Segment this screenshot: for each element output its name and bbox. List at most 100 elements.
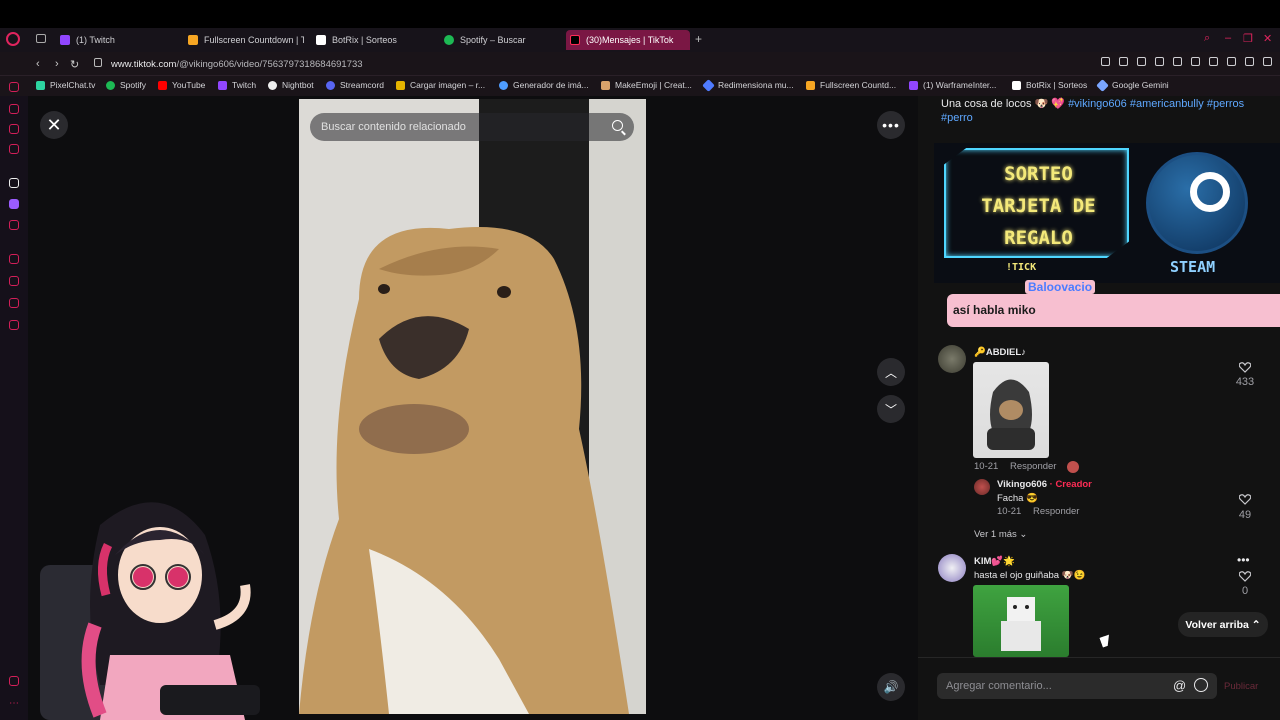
avatar[interactable] (938, 554, 966, 582)
makeemoji-icon (601, 80, 610, 90)
bookmark-label: (1) WarframeInter... (923, 80, 997, 90)
bookmark-warframe[interactable]: (1) WarframeInter... (909, 80, 996, 90)
close-window-icon[interactable]: ✕ (1263, 32, 1272, 45)
translate-icon[interactable] (1155, 57, 1164, 66)
back-to-top-button[interactable]: Volver arriba ⌃ (1178, 612, 1268, 637)
snapshot-icon[interactable] (1119, 57, 1128, 66)
sidebar-settings-icon[interactable] (9, 320, 19, 330)
avatar[interactable] (974, 479, 990, 495)
bookmark-label: PixelChat.tv (50, 80, 96, 90)
bookmark-gemini[interactable]: Google Gemini (1096, 78, 1169, 92)
publish-button[interactable]: Publicar (1224, 681, 1258, 692)
view-more-replies[interactable]: Ver 1 más ⌄ (974, 529, 1027, 540)
reply-username[interactable]: Vikingo606 · Creador (997, 479, 1092, 490)
opera-sidebar: ⋯ (0, 82, 28, 720)
adblock-icon[interactable] (1137, 57, 1146, 66)
minimize-icon[interactable]: – (1225, 32, 1231, 44)
comment-placeholder: Agregar comentario... (946, 680, 1052, 692)
bookmark-label: Redimensiona mu... (718, 80, 794, 90)
sidebar-history-icon[interactable] (9, 254, 19, 264)
bookmark-botrix[interactable]: BotRix | Sorteos (1012, 80, 1087, 90)
bookmark-label: Streamcord (340, 80, 384, 90)
sidebar-messenger-icon[interactable] (9, 124, 19, 134)
opera-logo-icon[interactable] (6, 32, 20, 46)
sidebar-shopping-icon[interactable] (9, 104, 19, 114)
like-heart-icon[interactable] (1239, 494, 1251, 505)
comment-image[interactable] (973, 362, 1049, 458)
bookmark-youtube[interactable]: YouTube (158, 80, 205, 90)
maximize-icon[interactable]: ❐ (1243, 32, 1253, 45)
tab-spotify[interactable]: Spotify – Buscar (440, 30, 560, 50)
comment-more-icon[interactable]: ••• (1237, 553, 1250, 567)
sidebar-cube-icon[interactable] (9, 298, 19, 308)
giveaway-line-1: SORTEO (1004, 163, 1073, 185)
related-search-input[interactable]: Buscar contenido relacionado (310, 113, 634, 141)
bookmarks-bar: PixelChat.tv Spotify YouTube Twitch Nigh… (0, 76, 1280, 96)
reply-user: Vikingo606 (997, 479, 1047, 490)
close-video-button[interactable]: ✕ (40, 111, 68, 139)
sidebar-twitch-icon[interactable] (9, 199, 19, 209)
sidebar-pinned-icon[interactable] (9, 178, 19, 188)
comment-date: 10-21 (974, 461, 999, 472)
bookmark-icon[interactable] (1101, 57, 1110, 66)
previous-video-button[interactable]: ︿ (877, 358, 905, 386)
search-icon[interactable] (612, 120, 623, 131)
like-count: 0 (1241, 585, 1249, 597)
workspaces-icon[interactable] (36, 34, 46, 43)
reply-link[interactable]: Responder (1033, 506, 1079, 517)
bookmark-redimensiona[interactable]: Redimensiona mu... (702, 78, 794, 92)
steam-logo-inner (1190, 172, 1230, 212)
extensions-icon[interactable] (1209, 57, 1218, 66)
heart-icon[interactable] (1191, 57, 1200, 66)
sidebar-clock-icon[interactable] (9, 276, 19, 286)
bookmark-makeemoji[interactable]: MakeEmoji | Creat... (601, 80, 692, 90)
sidebar-instagram-icon[interactable] (9, 144, 19, 154)
like-heart-icon[interactable] (1239, 362, 1251, 373)
bookmark-spotify[interactable]: Spotify (106, 80, 146, 90)
bookmark-nightbot[interactable]: Nightbot (268, 80, 314, 90)
tab-twitch[interactable]: (1) Twitch (56, 30, 176, 50)
comment-username[interactable]: 🔑ABDIEL♪ (974, 347, 1026, 358)
search-tabs-icon[interactable]: ⌕ (1204, 32, 1210, 45)
profile-icon[interactable] (1227, 57, 1236, 66)
avatar[interactable] (938, 345, 966, 373)
emoji-icon[interactable] (1194, 678, 1208, 692)
tab-label: (30)Mensajes | TikTok (586, 35, 674, 45)
mention-icon[interactable]: @ (1173, 678, 1186, 693)
tab-tiktok[interactable]: (30)Mensajes | TikTok (566, 30, 690, 50)
download-icon[interactable] (1245, 57, 1254, 66)
tab-fullscreen-countdown[interactable]: Fullscreen Countdown | T (184, 30, 304, 50)
video-player[interactable] (299, 99, 646, 714)
giveaway-command: !TICK (1006, 262, 1037, 273)
bookmark-fullscreen-countdown[interactable]: Fullscreen Countd... (806, 80, 896, 90)
spotify-icon (106, 80, 115, 90)
new-tab-icon[interactable]: + (695, 32, 702, 46)
play-icon[interactable] (1173, 57, 1182, 66)
back-icon[interactable]: ‹ (36, 58, 40, 70)
next-video-button[interactable]: ﹀ (877, 395, 905, 423)
volume-button[interactable]: 🔊 (877, 673, 905, 701)
twitch-icon (909, 80, 918, 90)
bookmark-generador[interactable]: Generador de imá... (499, 80, 589, 90)
giveaway-line-3: REGALO (1004, 227, 1073, 249)
url-field[interactable]: www.tiktok.com/@vikingo606/video/7563797… (111, 59, 363, 70)
bookmark-pixelchat[interactable]: PixelChat.tv (36, 80, 95, 90)
reply-link[interactable]: Responder (1010, 461, 1056, 472)
sidebar-extra-icon[interactable] (9, 676, 19, 686)
menu-icon[interactable] (1263, 57, 1272, 66)
sidebar-youtube-icon[interactable] (9, 220, 19, 230)
bookmark-twitch[interactable]: Twitch (218, 80, 256, 90)
sidebar-more-icon[interactable]: ⋯ (9, 698, 19, 709)
bookmark-cargar-imagen[interactable]: Cargar imagen – r... (396, 80, 485, 90)
sidebar-aria-icon[interactable] (9, 82, 19, 92)
tab-botrix[interactable]: BotRix | Sorteos (312, 30, 432, 50)
bookmark-streamcord[interactable]: Streamcord (326, 80, 384, 90)
forward-icon[interactable]: › (55, 58, 59, 70)
comment-image[interactable] (973, 585, 1069, 657)
dog-video-frame (299, 99, 646, 714)
comment-username[interactable]: KIM💕🌟 (974, 556, 1015, 567)
more-options-button[interactable]: ••• (877, 111, 905, 139)
like-count: 433 (1235, 376, 1255, 388)
like-heart-icon[interactable] (1239, 571, 1251, 582)
reload-icon[interactable]: ↻ (70, 58, 79, 71)
